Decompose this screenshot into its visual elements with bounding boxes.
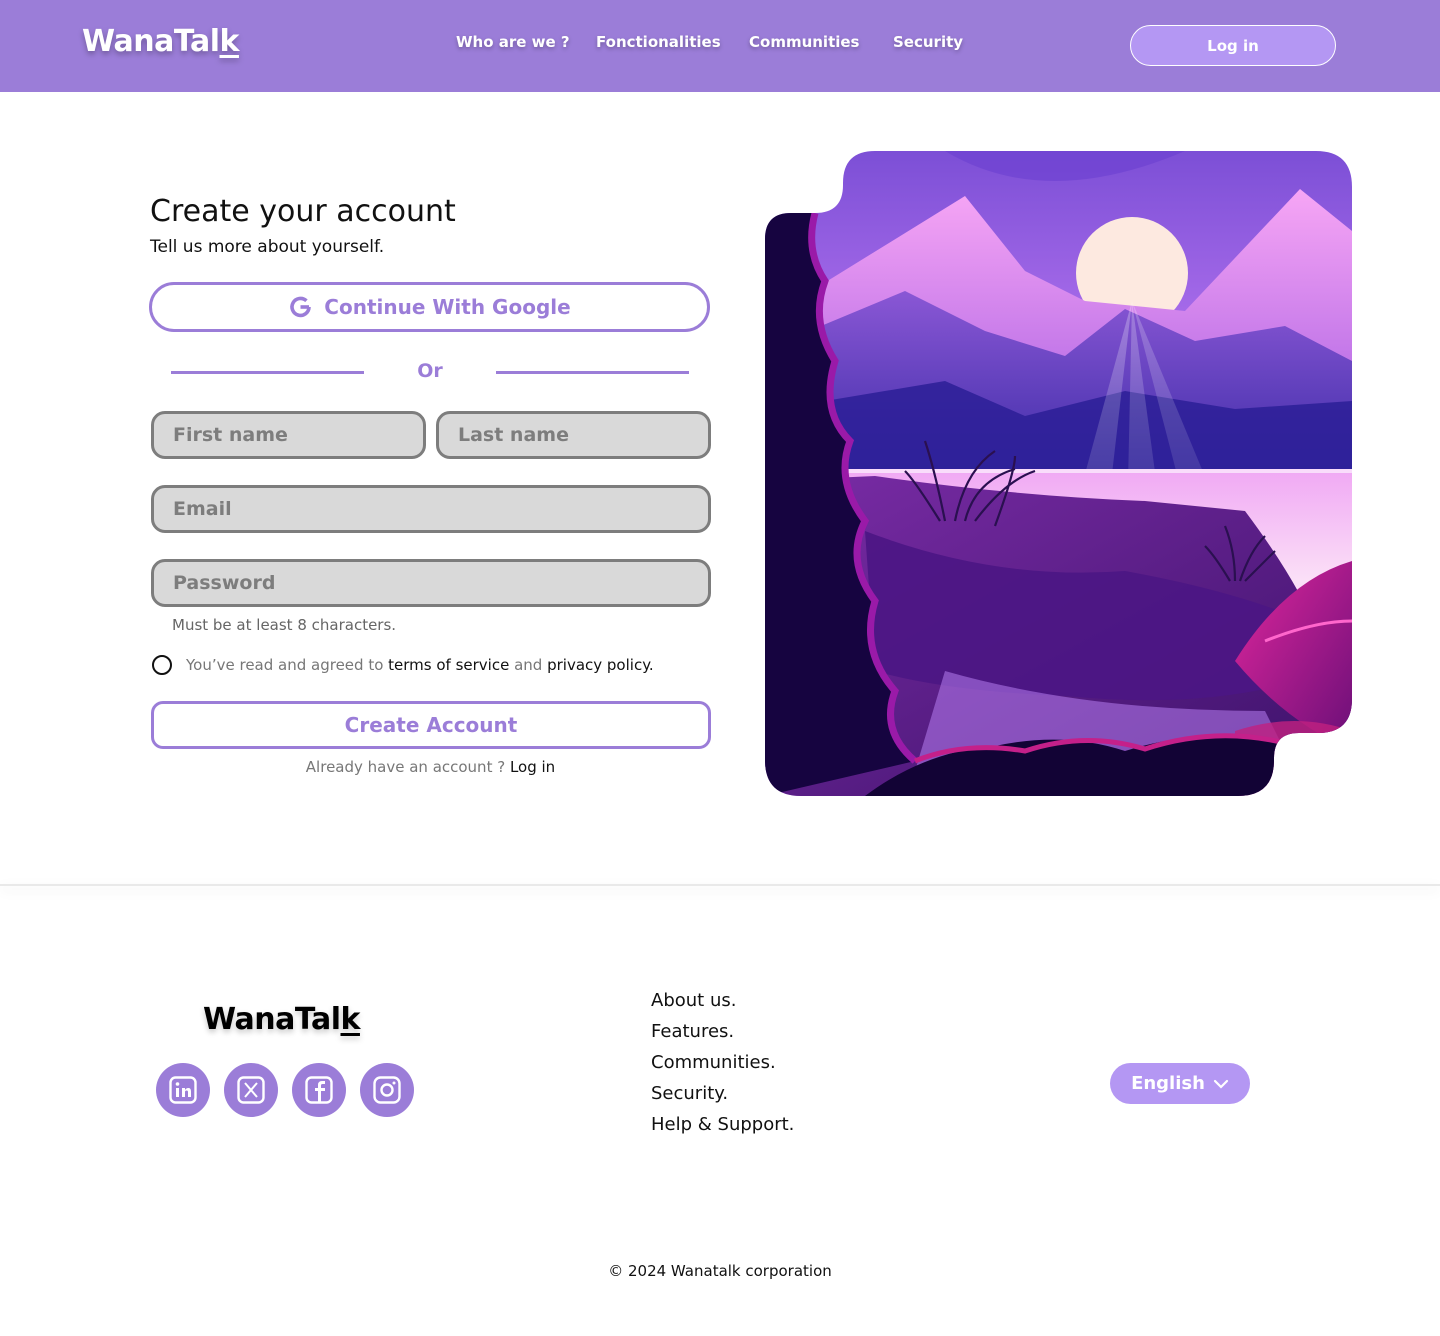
- copyright: © 2024 Wanatalk corporation: [608, 1262, 832, 1280]
- footer-brand-logo[interactable]: WanaTalk: [203, 1002, 360, 1037]
- nav-who-are-we[interactable]: Who are we ?: [456, 33, 570, 51]
- first-name-input[interactable]: [151, 411, 426, 459]
- footer-link-help[interactable]: Help & Support.: [651, 1113, 794, 1144]
- nav-security[interactable]: Security: [893, 33, 963, 51]
- footer-logo-underlined-letter: k: [340, 1002, 361, 1037]
- footer-link-features[interactable]: Features.: [651, 1020, 794, 1051]
- already-have-account: Already have an account ? Log in: [0, 758, 861, 776]
- logo-underlined-letter: k: [219, 24, 240, 59]
- create-account-button[interactable]: Create Account: [151, 701, 711, 749]
- password-input[interactable]: [151, 559, 711, 607]
- divider-left: [171, 371, 364, 374]
- password-hint: Must be at least 8 characters.: [172, 616, 397, 634]
- nav-fonctionalities[interactable]: Fonctionalities: [596, 33, 721, 51]
- or-separator: Or: [417, 360, 443, 382]
- already-text: Already have an account ?: [305, 758, 510, 776]
- terms-agree-radio[interactable]: [152, 655, 172, 675]
- facebook-button[interactable]: [292, 1063, 346, 1117]
- footer-link-communities[interactable]: Communities.: [651, 1051, 794, 1082]
- linkedin-icon: [169, 1076, 197, 1104]
- instagram-icon: [373, 1076, 401, 1104]
- login-button[interactable]: Log in: [1130, 25, 1336, 66]
- instagram-button[interactable]: [360, 1063, 414, 1117]
- privacy-policy-link[interactable]: privacy policy.: [547, 656, 654, 674]
- top-navbar: WanaTalk Who are we ? Fonctionalities Co…: [0, 0, 1440, 92]
- email-input[interactable]: [151, 485, 711, 533]
- continue-with-google-button[interactable]: Continue With Google: [149, 282, 710, 332]
- landscape-illustration: [765, 151, 1352, 796]
- x-button[interactable]: [224, 1063, 278, 1117]
- logo-text: WanaTal: [82, 24, 220, 59]
- login-link[interactable]: Log in: [510, 758, 555, 776]
- footer-divider: [0, 884, 1440, 886]
- page-subtitle: Tell us more about yourself.: [150, 237, 385, 257]
- divider-right: [496, 371, 689, 374]
- language-label: English: [1131, 1073, 1205, 1094]
- brand-logo[interactable]: WanaTalk: [82, 24, 239, 59]
- terms-prefix: You’ve read and agreed to: [186, 656, 389, 674]
- linkedin-button[interactable]: [156, 1063, 210, 1117]
- footer-logo-text: WanaTal: [203, 1002, 341, 1037]
- language-selector[interactable]: English: [1110, 1063, 1250, 1104]
- terms-and: and: [509, 656, 548, 674]
- nav-communities[interactable]: Communities: [749, 33, 860, 51]
- terms-of-service-link[interactable]: terms of service: [388, 656, 509, 674]
- facebook-icon: [305, 1076, 333, 1104]
- google-icon: [290, 296, 312, 318]
- footer-link-about[interactable]: About us.: [651, 989, 794, 1020]
- footer-links: About us. Features. Communities. Securit…: [651, 989, 794, 1144]
- google-button-label: Continue With Google: [324, 295, 571, 319]
- x-icon: [237, 1076, 265, 1104]
- chevron-down-icon: [1213, 1079, 1229, 1089]
- terms-text: You’ve read and agreed to terms of servi…: [186, 656, 654, 674]
- last-name-input[interactable]: [436, 411, 711, 459]
- page-title: Create your account: [150, 194, 456, 229]
- footer-link-security[interactable]: Security.: [651, 1082, 794, 1113]
